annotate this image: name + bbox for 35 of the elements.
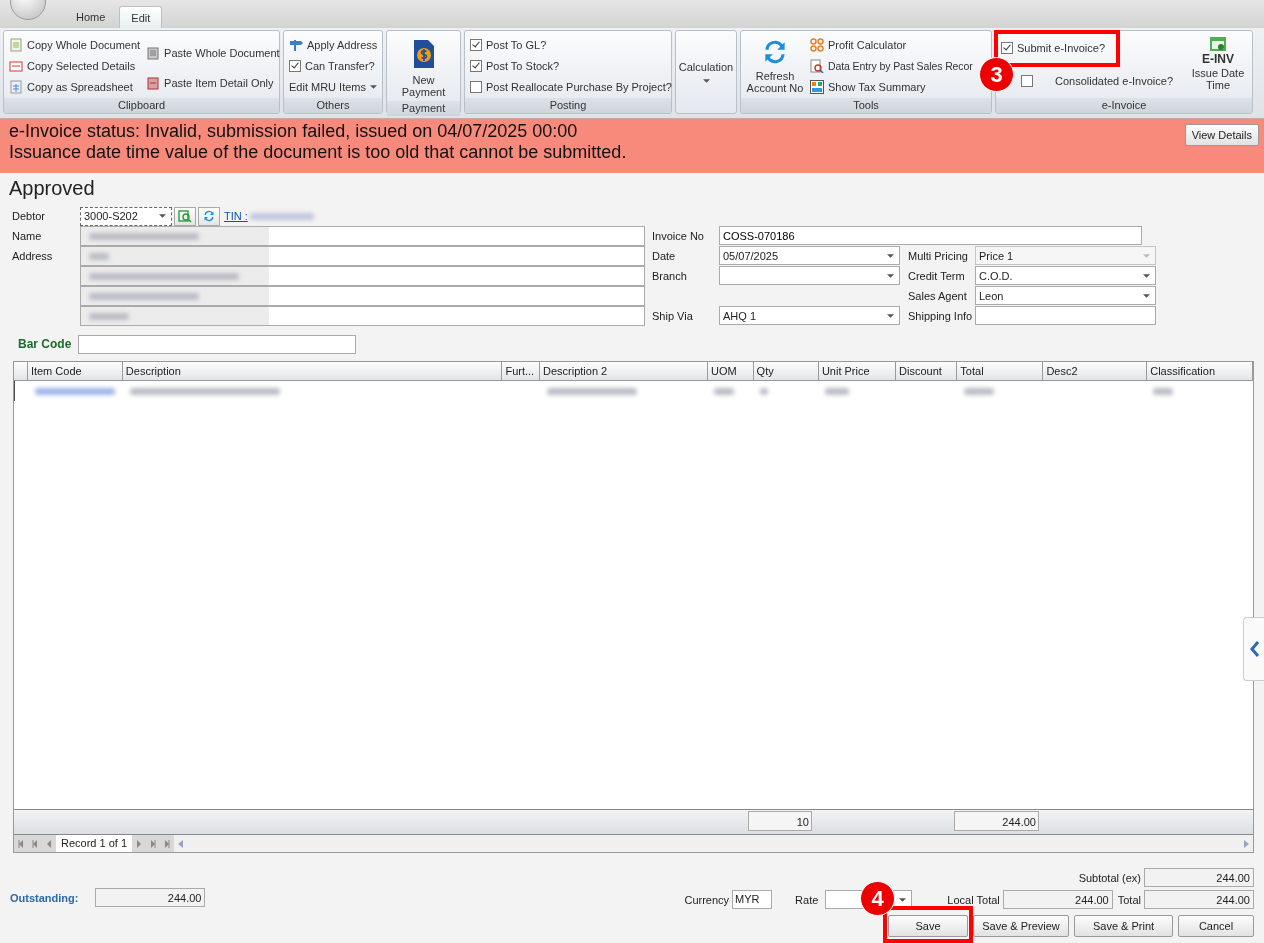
- field-label: Ship Via: [652, 310, 694, 322]
- group-title: e-Invoice: [996, 98, 1252, 113]
- field-label: Branch: [652, 270, 688, 282]
- total-label: Total: [1117, 893, 1141, 906]
- field-label: Credit Term: [908, 270, 966, 282]
- group-title: Posting: [465, 98, 671, 113]
- status-message: Issuance date time value of the document is too old that cannot be submitted.: [9, 142, 627, 163]
- group-title: Tools: [741, 98, 991, 113]
- status-message: e-Invoice status: Invalid, submission failed, issued on 04/07/2025 00:00: [9, 121, 579, 142]
- group-title: Clipboard: [4, 98, 279, 113]
- bar-code-label: Bar Code: [18, 337, 72, 351]
- field-label: Sales Agent: [908, 290, 968, 302]
- document-status: Approved: [8, 176, 96, 201]
- outstanding-label: Outstanding:: [10, 891, 79, 904]
- subtotal-value: 244.00: [1144, 868, 1254, 887]
- field-label: Invoice No: [652, 230, 705, 242]
- group-title: Payment: [387, 101, 460, 116]
- field-label: Name: [12, 230, 43, 242]
- step-tooltip: 4: [860, 881, 895, 916]
- currency-label: Currency: [684, 893, 730, 906]
- field-label: Debtor: [12, 210, 47, 222]
- rate-label: Rate: [795, 893, 819, 906]
- local-total-value: 244.00: [1002, 890, 1113, 909]
- field-label: Multi Pricing: [908, 250, 969, 262]
- group-title: Others: [284, 98, 382, 113]
- total-value: 244.00: [1144, 890, 1254, 909]
- field-label: Date: [652, 250, 677, 262]
- qty-sum: 10: [748, 811, 812, 831]
- field-label: Address: [12, 250, 54, 262]
- subtotal-label: Subtotal (ex): [1078, 871, 1141, 884]
- record-counter: Record 1 of 1: [56, 835, 133, 852]
- field-label: Shipping Info: [908, 310, 974, 322]
- local-total-label: Local Total: [947, 893, 1000, 906]
- total-sum: 244.00: [954, 811, 1039, 831]
- outstanding-value: 244.00: [95, 888, 206, 907]
